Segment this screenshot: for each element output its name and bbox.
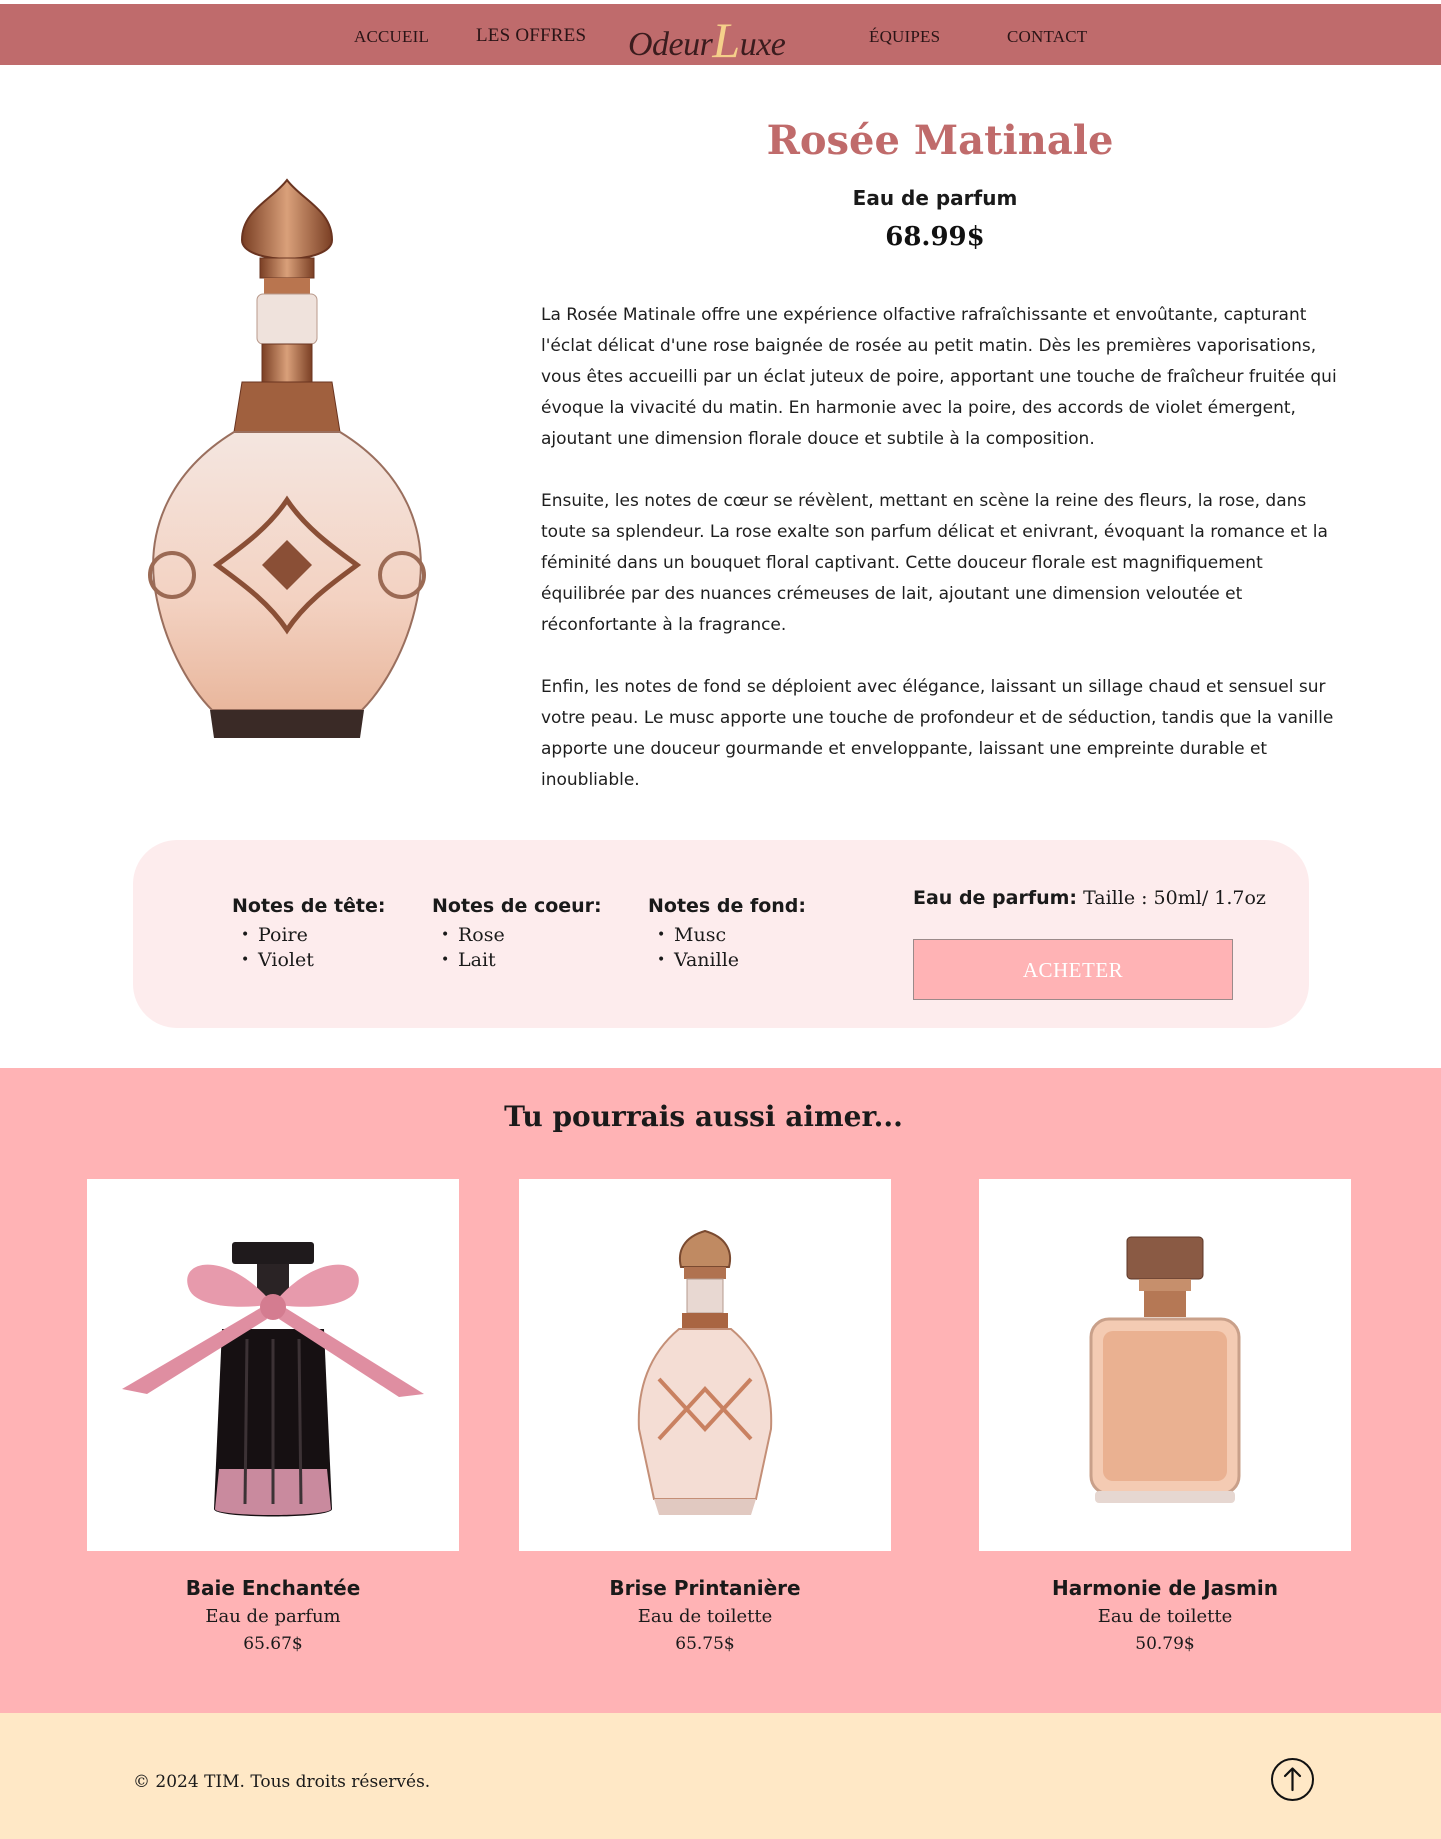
product-description: La Rosée Matinale offre une expérience o… [541, 300, 1351, 827]
top-nav: ACCUEIL LES OFFRES OdeurLuxe ÉQUIPES CON… [0, 4, 1441, 65]
arrow-up-circle-icon[interactable] [1271, 1758, 1314, 1801]
notes-base-title: Notes de fond: [648, 895, 806, 917]
related-product-price: 50.79$ [1135, 1634, 1195, 1654]
related-product-price: 65.75$ [675, 1634, 735, 1654]
related-section: Tu pourrais aussi aimer... Baie Enchanté… [0, 1068, 1441, 1713]
notes-heart-column: Notes de coeur: Rose Lait [432, 895, 602, 973]
related-card[interactable]: Harmonie de Jasmin Eau de toilette 50.79… [979, 1179, 1351, 1654]
note-item: Rose [432, 923, 602, 948]
note-item: Vanille [648, 948, 806, 973]
product-type: Eau de parfum [852, 186, 1018, 210]
note-item: Musc [648, 923, 806, 948]
related-title: Tu pourrais aussi aimer... [504, 1100, 903, 1133]
product-price: 68.99$ [885, 222, 985, 252]
logo-word-odeur: Odeur [628, 26, 713, 63]
product-image [148, 178, 426, 738]
related-product-image[interactable] [979, 1179, 1351, 1551]
nav-link-contact[interactable]: CONTACT [1007, 27, 1087, 47]
nav-link-accueil[interactable]: ACCUEIL [354, 27, 429, 47]
related-product-image[interactable] [519, 1179, 891, 1551]
related-product-type: Eau de toilette [1097, 1606, 1233, 1627]
nav-link-offres[interactable]: LES OFFRES [476, 25, 586, 47]
notes-heart-title: Notes de coeur: [432, 895, 602, 917]
description-paragraph: La Rosée Matinale offre une expérience o… [541, 305, 1337, 449]
size-info: Eau de parfum: Taille : 50ml/ 1.7oz [913, 887, 1266, 909]
notes-base-column: Notes de fond: Musc Vanille [648, 895, 806, 973]
nav-link-equipes[interactable]: ÉQUIPES [869, 27, 940, 47]
related-product-type: Eau de toilette [637, 1606, 773, 1627]
site-logo[interactable]: OdeurLuxe [624, 10, 794, 66]
related-product-name[interactable]: Harmonie de Jasmin [979, 1576, 1351, 1600]
notes-panel: Notes de tête: Poire Violet Notes de coe… [133, 840, 1309, 1028]
description-paragraph: Enfin, les notes de fond se déploient av… [541, 677, 1334, 790]
related-product-name[interactable]: Brise Printanière [519, 1576, 891, 1600]
copyright-text: © 2024 TIM. Tous droits réservés. [133, 1772, 431, 1792]
note-item: Lait [432, 948, 602, 973]
size-value: Taille : 50ml/ 1.7oz [1083, 887, 1266, 909]
related-product-image[interactable] [87, 1179, 459, 1551]
related-product-price: 65.67$ [243, 1634, 303, 1654]
related-product-name[interactable]: Baie Enchantée [87, 1576, 459, 1600]
site-footer: © 2024 TIM. Tous droits réservés. [0, 1713, 1441, 1839]
product-title: Rosée Matinale [766, 117, 1114, 164]
buy-button[interactable]: ACHETER [913, 939, 1233, 1000]
logo-word-uxe: uxe [739, 26, 786, 63]
size-label: Eau de parfum: [913, 887, 1078, 909]
notes-top-column: Notes de tête: Poire Violet [232, 895, 385, 973]
related-card[interactable]: Brise Printanière Eau de toilette 65.75$ [519, 1179, 891, 1654]
related-card[interactable]: Baie Enchantée Eau de parfum 65.67$ [87, 1179, 459, 1654]
note-item: Poire [232, 923, 385, 948]
related-product-type: Eau de parfum [205, 1606, 341, 1627]
note-item: Violet [232, 948, 385, 973]
description-paragraph: Ensuite, les notes de cœur se révèlent, … [541, 491, 1328, 635]
notes-top-title: Notes de tête: [232, 895, 386, 917]
